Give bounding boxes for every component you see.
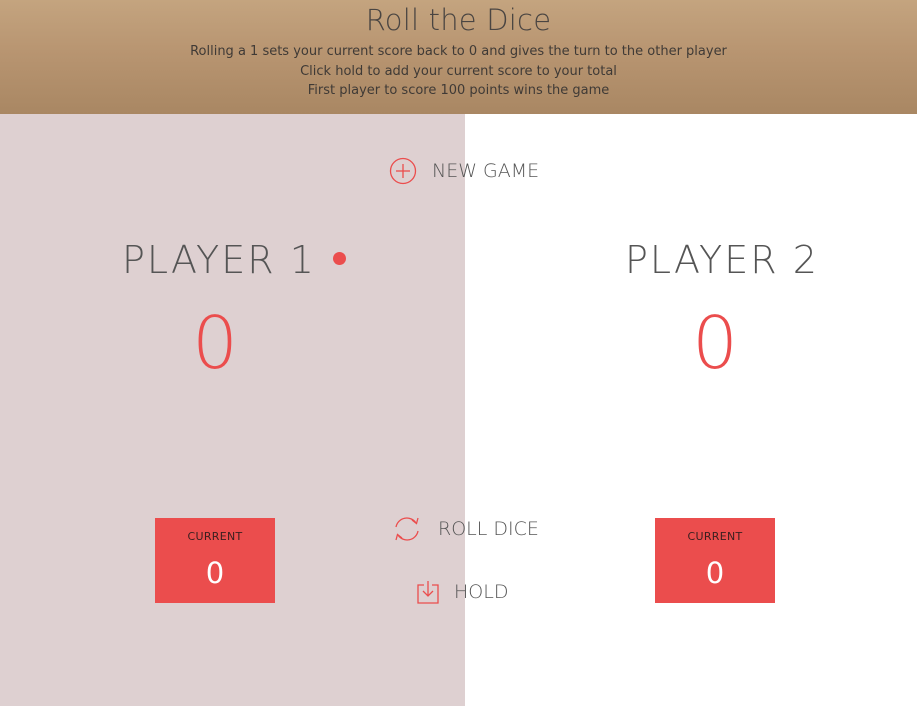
rule-line: First player to score 100 points wins th… xyxy=(307,83,610,98)
download-icon xyxy=(416,579,440,605)
hold-label: HOLD xyxy=(454,581,509,603)
current-label: CURRENT xyxy=(687,530,743,543)
rule-line: Click hold to add your current score to … xyxy=(300,63,617,79)
refresh-icon xyxy=(390,514,424,544)
roll-dice-button[interactable]: ROLL DICE xyxy=(390,514,539,544)
rules-text: Rolling a 1 sets your current score back… xyxy=(0,42,917,101)
player-1-score: 0 xyxy=(192,301,238,385)
roll-dice-label: ROLL DICE xyxy=(438,518,539,540)
game-page: Roll the Dice Rolling a 1 sets your curr… xyxy=(0,0,917,706)
player-2-current-box: CURRENT 0 xyxy=(655,518,775,603)
rule-line: Rolling a 1 sets your current score back… xyxy=(190,44,727,59)
player-1-panel xyxy=(0,114,465,706)
player-1-current-score: 0 xyxy=(205,556,225,590)
active-player-indicator xyxy=(333,252,346,265)
plus-circle-icon xyxy=(388,156,418,186)
player-2-panel xyxy=(465,114,917,706)
player-2-name: PLAYER 2 xyxy=(625,238,819,282)
player-2-score: 0 xyxy=(692,301,738,385)
player-1-current-box: CURRENT 0 xyxy=(155,518,275,603)
player-1-name: PLAYER 1 xyxy=(122,238,316,282)
header-banner: Roll the Dice Rolling a 1 sets your curr… xyxy=(0,0,917,114)
player-2-current-score: 0 xyxy=(705,556,725,590)
current-label: CURRENT xyxy=(187,530,243,543)
new-game-label: NEW GAME xyxy=(432,160,540,182)
hold-button[interactable]: HOLD xyxy=(416,579,508,605)
new-game-button[interactable]: NEW GAME xyxy=(388,156,539,186)
page-title: Roll the Dice xyxy=(365,3,552,37)
